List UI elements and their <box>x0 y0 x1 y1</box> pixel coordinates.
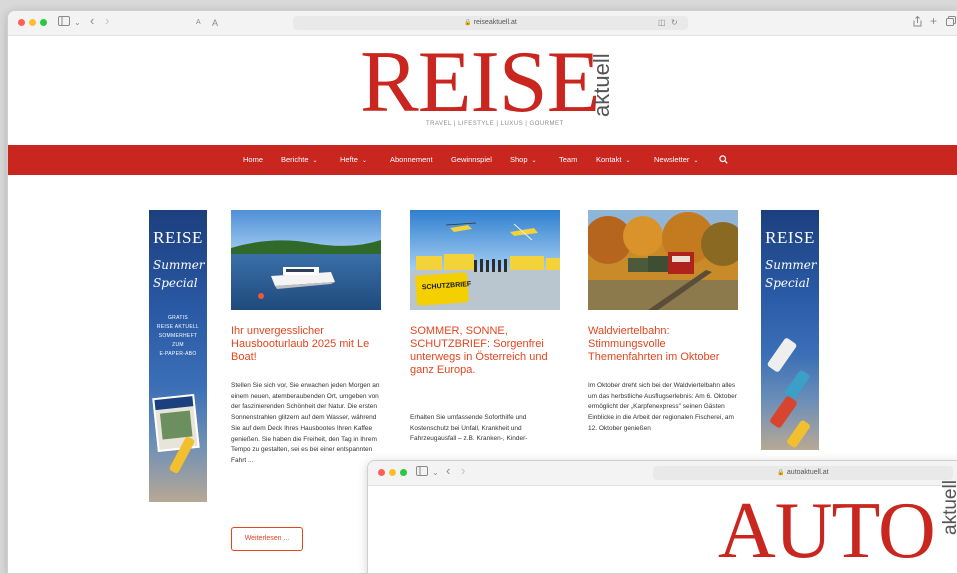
nav-item-abonnement[interactable]: Abonnement <box>390 145 433 175</box>
text-size-decrease-button[interactable]: A <box>196 16 201 30</box>
nav-item-shop[interactable]: Shop ⌄ <box>510 145 537 175</box>
logo-aktuell: aktuell <box>589 53 614 117</box>
article-image-waldviertelbahn[interactable] <box>588 210 738 310</box>
product-bottle-image <box>768 395 799 429</box>
ad-banner-text: GRATIS REISE AKTUELL SOMMERHEFT ZUM E-PA… <box>156 315 200 357</box>
article-image-schutzbrief[interactable]: SCHUTZBRIEF <box>410 210 560 310</box>
chevron-down-icon: ⌄ <box>531 158 537 164</box>
address-bar-url: autoaktuell.at <box>786 469 829 476</box>
tab-overview-icon[interactable] <box>946 16 956 31</box>
forward-button[interactable]: › <box>105 14 109 28</box>
logo-reise: REISE <box>360 34 600 131</box>
read-more-button[interactable]: Weiterlesen ... <box>231 527 303 551</box>
article-title[interactable]: Ihr unvergesslicher Hausbooturlaub 2025 … <box>231 325 381 364</box>
ad-banner-title: REISE <box>153 228 203 247</box>
chevron-down-icon: ⌄ <box>625 158 631 164</box>
back-button[interactable]: ‹ <box>446 464 450 478</box>
nav-item-kontakt[interactable]: Kontakt ⌄ <box>596 145 630 175</box>
chevron-down-icon: ⌄ <box>693 158 699 164</box>
minimize-window-button[interactable] <box>29 19 36 26</box>
article-image-houseboat[interactable] <box>231 210 381 310</box>
ad-banner-script: Summer Special <box>765 258 817 290</box>
ad-banner-left[interactable]: REISE Summer Special GRATIS REISE AKTUEL… <box>149 210 207 502</box>
nav-item-berichte[interactable]: Berichte ⌄ <box>281 145 318 175</box>
lock-icon: 🔒 <box>464 20 472 26</box>
article-excerpt: Stellen Sie sich vor, Sie erwachen jeden… <box>231 382 380 464</box>
close-window-button[interactable] <box>378 469 385 476</box>
ad-banner-title: REISE <box>765 228 815 247</box>
browser-window-auto: ⌄ ‹ › 🔒 autoaktuell.at AUTO aktuell <box>367 460 957 574</box>
share-icon[interactable] <box>913 15 922 32</box>
ad-banner-script: Summer Special <box>153 258 205 290</box>
chevron-down-icon[interactable]: ⌄ <box>432 466 439 480</box>
address-bar[interactable]: 🔒 autoaktuell.at <box>653 466 953 480</box>
site-tagline: TRAVEL | LIFESTYLE | LUXUS | GOURMET <box>426 121 564 127</box>
article-excerpt: Im Oktober dreht sich bei der Waldvierte… <box>588 382 737 432</box>
logo-aktuell: aktuell <box>940 480 957 535</box>
browser-toolbar: ⌄ ‹ › 🔒 autoaktuell.at <box>368 461 957 486</box>
reload-icon[interactable]: ↻ <box>671 16 678 30</box>
minimize-window-button[interactable] <box>389 469 396 476</box>
new-tab-icon[interactable]: + <box>930 14 937 28</box>
browser-toolbar: ⌄ ‹ › A A 🔒 reiseaktuell.at ◫ ↻ + <box>8 11 957 36</box>
nav-item-newsletter[interactable]: Newsletter ⌄ <box>654 145 698 175</box>
address-bar-url: reiseaktuell.at <box>473 19 517 26</box>
search-icon[interactable] <box>719 155 728 165</box>
translate-icon[interactable]: ◫ <box>658 16 666 30</box>
article-title[interactable]: SOMMER, SONNE, SCHUTZBRIEF: Sorgenfrei u… <box>410 325 560 377</box>
back-button[interactable]: ‹ <box>90 14 94 28</box>
logo-auto: AUTO <box>718 487 936 574</box>
lock-icon: 🔒 <box>777 470 785 476</box>
zoom-window-button[interactable] <box>40 19 47 26</box>
nav-item-gewinnspiel[interactable]: Gewinnspiel <box>451 145 492 175</box>
address-bar[interactable]: 🔒 reiseaktuell.at <box>293 16 688 30</box>
nav-item-home[interactable]: Home <box>243 145 263 175</box>
article-excerpt: Erhalten Sie umfassende Soforthilfe und … <box>410 414 528 443</box>
chevron-down-icon[interactable]: ⌄ <box>74 16 81 30</box>
article-title[interactable]: Waldviertelbahn: Stimmungsvolle Themenfa… <box>588 325 738 364</box>
product-bottle-image <box>766 337 798 373</box>
nav-item-hefte[interactable]: Hefte ⌄ <box>340 145 367 175</box>
sidebar-icon[interactable] <box>58 16 70 31</box>
chevron-down-icon: ⌄ <box>361 158 367 164</box>
chevron-down-icon: ⌄ <box>312 158 318 164</box>
forward-button[interactable]: › <box>461 464 465 478</box>
main-navigation: Home Berichte ⌄ Hefte ⌄ Abonnement Gewinns… <box>8 145 957 175</box>
close-window-button[interactable] <box>18 19 25 26</box>
text-size-increase-button[interactable]: A <box>212 16 218 30</box>
product-bottle-image <box>785 419 812 449</box>
zoom-window-button[interactable] <box>400 469 407 476</box>
ad-banner-right[interactable]: REISE Summer Special <box>761 210 819 450</box>
sidebar-icon[interactable] <box>416 466 428 481</box>
nav-item-team[interactable]: Team <box>559 145 577 175</box>
